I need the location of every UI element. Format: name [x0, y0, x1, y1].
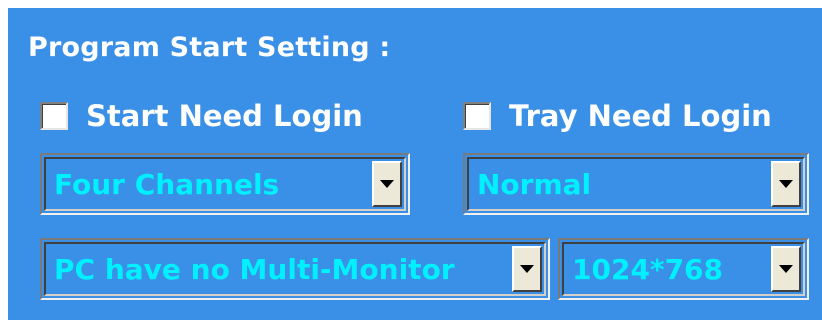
- tray-need-login-checkbox[interactable]: [463, 102, 491, 130]
- program-start-setting-panel: Program Start Setting : Start Need Login…: [8, 8, 822, 320]
- chevron-down-icon: [779, 180, 793, 188]
- channels-dropdown-button[interactable]: [372, 161, 402, 207]
- mode-dropdown-button[interactable]: [771, 161, 801, 207]
- tray-need-login-option[interactable]: Tray Need Login: [463, 96, 772, 136]
- mode-dropdown-value: Normal: [477, 167, 592, 201]
- resolution-dropdown[interactable]: 1024*768: [558, 238, 809, 300]
- tray-need-login-label: Tray Need Login: [509, 99, 772, 133]
- channels-dropdown-value: Four Channels: [54, 167, 280, 201]
- monitor-dropdown-button[interactable]: [512, 246, 542, 292]
- chevron-down-icon: [380, 180, 394, 188]
- start-need-login-checkbox[interactable]: [40, 102, 68, 130]
- section-title: Program Start Setting :: [28, 32, 391, 63]
- chevron-down-icon: [520, 265, 534, 273]
- channels-dropdown[interactable]: Four Channels: [40, 153, 410, 215]
- monitor-dropdown-value: PC have no Multi-Monitor: [54, 252, 455, 286]
- mode-dropdown[interactable]: Normal: [463, 153, 809, 215]
- monitor-dropdown[interactable]: PC have no Multi-Monitor: [40, 238, 550, 300]
- resolution-dropdown-button[interactable]: [771, 246, 801, 292]
- chevron-down-icon: [779, 265, 793, 273]
- start-need-login-label: Start Need Login: [86, 99, 363, 133]
- resolution-dropdown-value: 1024*768: [572, 252, 724, 286]
- start-need-login-option[interactable]: Start Need Login: [40, 96, 363, 136]
